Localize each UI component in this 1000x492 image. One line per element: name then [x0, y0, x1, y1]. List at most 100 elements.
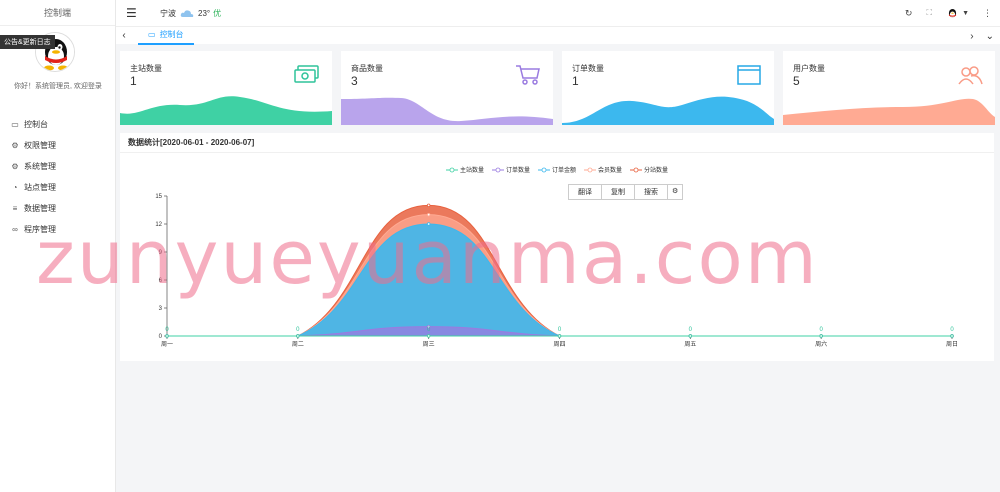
legend-label: 订单金额 [551, 168, 576, 174]
series-area [167, 214, 952, 336]
card-title: 商品数量 [351, 64, 383, 73]
legend-item[interactable]: 会员数量 [584, 165, 622, 174]
monitor-icon: ▭ [11, 120, 19, 129]
tabs-prev-icon[interactable]: ‹ [116, 30, 132, 41]
sidebar-item-label: 控制台 [24, 120, 48, 129]
data-label: 0 [296, 327, 300, 333]
sidebar-item-label: 程序管理 [24, 225, 56, 234]
legend-label: 会员数量 [598, 168, 623, 174]
topbar-actions: ↻ ⛶ ▼ ⋮ [905, 0, 992, 26]
topbar: ☰ 宁波 23° 优 ↻ ⛶ ▼ ⋮ [116, 0, 1000, 26]
data-point [426, 222, 431, 226]
x-tick-label: 周五 [684, 341, 696, 348]
legend-item[interactable]: 主站数量 [445, 165, 484, 174]
y-tick-label: 6 [159, 278, 163, 284]
sidebar-item-label: 数据管理 [24, 204, 56, 213]
more-icon[interactable]: ⋮ [983, 8, 992, 19]
search-button[interactable]: 搜索 [635, 185, 668, 199]
main-area: ☰ 宁波 23° 优 ↻ ⛶ ▼ ⋮ ‹ ▭ 控制台 › ⌄ 主站数量 1 商品… [116, 0, 1000, 492]
sidebar-item-system[interactable]: ⚙ 系统管理 [0, 156, 115, 177]
card-wave [562, 96, 774, 125]
money-icon [294, 65, 319, 83]
sidebar: 控制端 公告&更新日志 你好！系统管理员, 欢迎登录 ▭ 控制台 ⚙ 权限管理 ⚙ 系… [0, 0, 116, 492]
x-tick-label: 周一 [161, 341, 173, 348]
refresh-icon[interactable]: ↻ [905, 8, 913, 19]
card-wave [341, 97, 553, 125]
statistics-panel: 数据统计[2020-06-01 - 2020-06-07] 0 3 6 9 12 15 周一… [120, 133, 994, 361]
legend-marker [630, 167, 643, 172]
card-value: 5 [793, 74, 800, 88]
greeting-text: 你好！系统管理员, 欢迎登录 [14, 83, 102, 90]
tab-label: 控制台 [159, 29, 184, 39]
menu-toggle-icon[interactable]: ☰ [126, 6, 142, 20]
translate-button[interactable]: 翻译 [569, 185, 602, 199]
users-icon [958, 66, 983, 85]
x-tick-label: 周二 [292, 341, 304, 348]
legend-item[interactable]: 订单金额 [537, 165, 576, 174]
tab-actions: › ⌄ [970, 27, 994, 45]
card-value: 1 [572, 74, 579, 88]
sidebar-item-label: 系统管理 [24, 162, 56, 171]
data-label: 0 [689, 327, 693, 333]
legend-label: 分站数量 [644, 168, 669, 174]
caret-down-icon: ▼ [962, 9, 969, 17]
card-title: 主站数量 [130, 64, 162, 73]
fullscreen-icon[interactable]: ⛶ [926, 8, 932, 18]
legend-label: 订单数量 [505, 168, 530, 174]
copy-button[interactable]: 复制 [602, 185, 635, 199]
legend-item[interactable]: 分站数量 [630, 165, 668, 174]
series-line [167, 204, 952, 337]
tab-bar: ‹ ▭ 控制台 › ⌄ [116, 26, 1000, 45]
air-quality: 优 [213, 8, 222, 18]
card-wave [120, 96, 332, 125]
stat-card-products: 商品数量 3 [341, 51, 553, 125]
card-title: 订单数量 [572, 64, 604, 73]
legend-marker [584, 167, 596, 172]
stat-card-orders: 订单数量 1 [562, 51, 774, 125]
card-value: 1 [130, 74, 137, 88]
window-icon [737, 65, 761, 85]
cart-icon [516, 65, 540, 85]
data-point [688, 334, 693, 338]
sidebar-menu: ▭ 控制台 ⚙ 权限管理 ⚙ 系统管理 ◔ 站点管理 ≡ 数据管理 ∞ 程序管理 [0, 114, 115, 240]
link-icon: ∞ [12, 225, 18, 234]
tab-console[interactable]: ▭ 控制台 [138, 27, 194, 45]
legend-item[interactable]: 订单数量 [491, 165, 530, 174]
stat-card-users: 用户数量 5 [783, 51, 995, 125]
series-area [167, 224, 952, 336]
settings-icon[interactable]: ⚙ [668, 185, 682, 199]
monitor-icon: ▭ [148, 29, 156, 39]
series-line [167, 214, 952, 337]
user-menu[interactable]: ▼ [946, 7, 969, 20]
data-point [819, 334, 823, 338]
series-area [167, 205, 952, 336]
y-tick-label: 12 [155, 222, 162, 228]
data-label: 0 [950, 327, 954, 333]
data-label: 0 [165, 327, 169, 333]
sidebar-brand: 控制端 [0, 0, 115, 26]
card-value: 3 [351, 74, 358, 88]
chart-legend: 主站数量 订单数量 订单金额 会员数量 分站数量 [120, 165, 994, 174]
gear-icon: ⚙ [11, 162, 19, 171]
y-tick-label: 15 [155, 194, 162, 200]
sidebar-item-sites[interactable]: ◔ 站点管理 [0, 177, 115, 198]
tabs-next-icon[interactable]: › [970, 31, 973, 42]
y-tick-label: 9 [159, 250, 163, 256]
announcement-tooltip[interactable]: 公告&更新日志 [0, 35, 55, 49]
sidebar-item-console[interactable]: ▭ 控制台 [0, 114, 115, 135]
cloud-icon [180, 9, 194, 17]
data-label: 0 [558, 327, 562, 333]
tabs-dropdown-icon[interactable]: ⌄ [986, 31, 994, 42]
sidebar-item-programs[interactable]: ∞ 程序管理 [0, 219, 115, 240]
legend-marker [445, 167, 458, 172]
sidebar-item-permissions[interactable]: ⚙ 权限管理 [0, 135, 115, 156]
sidebar-item-label: 权限管理 [24, 141, 56, 150]
data-point [426, 334, 431, 338]
data-label: 0 [819, 327, 823, 333]
legend-label: 主站数量 [459, 168, 484, 174]
y-tick-label: 0 [159, 334, 163, 340]
data-point [950, 334, 954, 338]
temperature: 23° [198, 8, 211, 18]
legend-marker [537, 167, 550, 172]
sidebar-item-data[interactable]: ≡ 数据管理 [0, 198, 115, 219]
